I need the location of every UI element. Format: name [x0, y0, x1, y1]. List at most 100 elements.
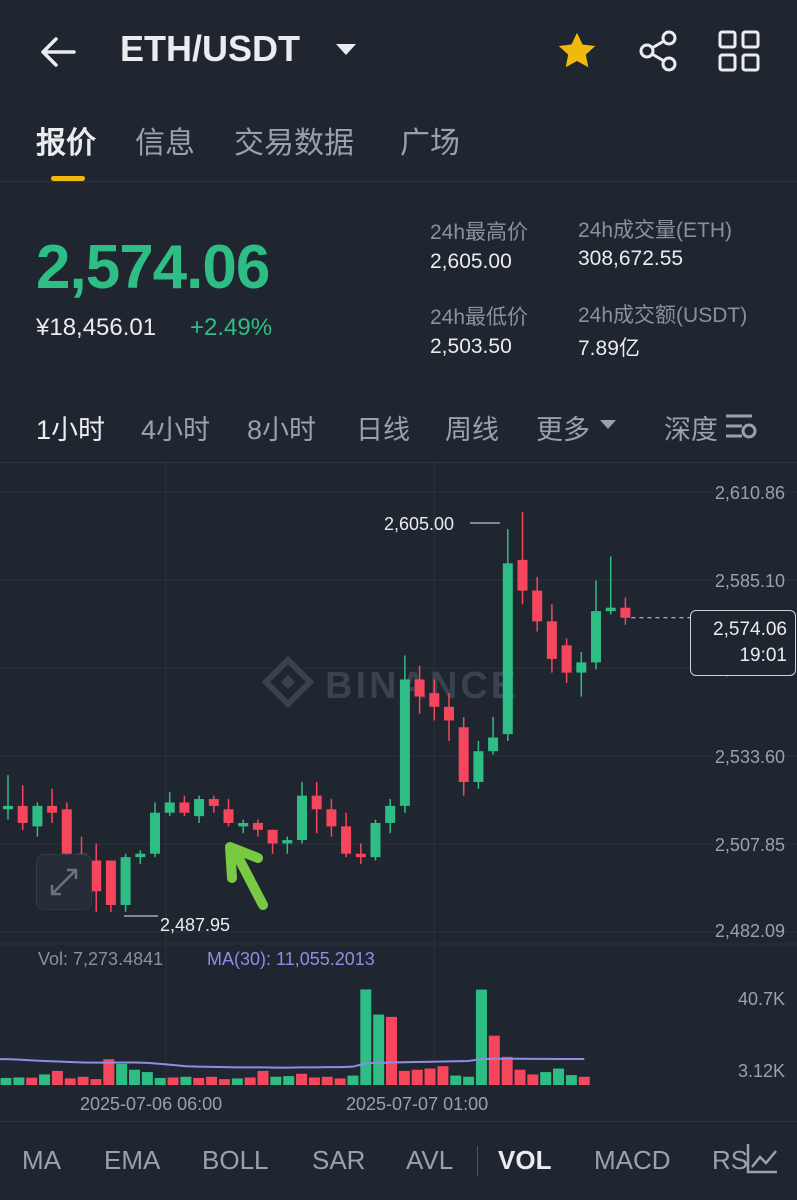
indicator-ema[interactable]: EMA — [104, 1145, 160, 1176]
candle — [561, 638, 572, 683]
candle — [120, 853, 131, 912]
interval-more[interactable]: 更多 — [536, 408, 590, 447]
favorite-button[interactable] — [554, 28, 600, 74]
candle — [473, 740, 484, 789]
volume-bar — [308, 1077, 320, 1085]
share-button[interactable] — [636, 28, 682, 74]
volume-bar — [64, 1078, 76, 1085]
volume-base-label: 24h成交量(ETH) — [578, 219, 733, 242]
high-marker-label: 2,605.00 — [384, 514, 454, 534]
volume-bar — [450, 1075, 462, 1085]
candle — [591, 580, 601, 670]
candle — [194, 795, 205, 823]
candle — [385, 799, 396, 834]
candle — [105, 860, 116, 912]
candle — [326, 799, 337, 837]
volume-bar — [437, 1066, 449, 1085]
volume-bar — [51, 1070, 63, 1085]
candle — [546, 604, 557, 673]
interval-1w[interactable]: 周线 — [445, 408, 499, 447]
annotation-arrow-icon — [225, 842, 268, 910]
candle — [620, 597, 631, 625]
chevron-down-icon[interactable] — [336, 44, 356, 55]
volume-bar — [141, 1072, 153, 1085]
volume-bar — [373, 1014, 385, 1085]
back-button[interactable] — [36, 30, 80, 74]
x-tick: 2025-07-07 01:00 — [346, 1094, 489, 1114]
volume-bar — [501, 1056, 513, 1085]
pair-title[interactable]: ETH/USDT — [120, 28, 300, 70]
candle — [517, 512, 528, 605]
candle — [238, 819, 249, 834]
tab-info[interactable]: 信息 — [135, 118, 195, 162]
star-icon — [558, 32, 596, 68]
y-tick: 2,585.10 — [714, 571, 785, 591]
high-label: 24h最高价 — [430, 221, 529, 244]
volume-bar — [180, 1076, 192, 1085]
volume-bar — [565, 1075, 577, 1085]
indicator-settings-button[interactable] — [744, 1140, 780, 1176]
current-price-tag: 2,574.06 19:01 — [690, 610, 796, 676]
fullscreen-button[interactable] — [36, 854, 92, 910]
indicator-separator — [477, 1146, 478, 1176]
interval-1h[interactable]: 1小时 — [36, 408, 105, 447]
volume-bar — [90, 1079, 102, 1085]
candle — [208, 795, 219, 813]
candle — [47, 788, 58, 823]
indicator-avl[interactable]: AVL — [406, 1145, 453, 1176]
chart-settings-button[interactable] — [722, 408, 758, 444]
tab-square[interactable]: 广场 — [400, 118, 460, 162]
y-tick: 2,507.85 — [714, 835, 785, 855]
y-tick: 2,533.60 — [714, 747, 785, 767]
indicator-sar[interactable]: SAR — [312, 1145, 365, 1176]
volume-bar — [257, 1070, 269, 1085]
volume-bar — [39, 1074, 51, 1085]
last-price: 2,574.06 — [36, 233, 270, 302]
indicator-ma[interactable]: MA — [22, 1145, 61, 1176]
volume-bar — [527, 1074, 539, 1085]
volume-bar — [540, 1072, 552, 1085]
candle — [488, 717, 499, 755]
indicator-vol[interactable]: VOL — [498, 1145, 551, 1176]
volume-quote-label: 24h成交额(USDT) — [578, 304, 748, 327]
volume-bar — [231, 1078, 243, 1085]
interval-4h[interactable]: 4小时 — [141, 408, 210, 447]
candle — [605, 556, 616, 615]
depth-tab[interactable]: 深度 — [664, 408, 718, 447]
candle — [311, 781, 322, 834]
volume-bar — [578, 1076, 590, 1085]
interval-1d[interactable]: 日线 — [356, 408, 410, 447]
candle-countdown: 19:01 — [739, 645, 787, 666]
candle — [267, 829, 278, 854]
candle — [297, 781, 307, 844]
volume-bar — [154, 1077, 166, 1085]
y-tick: 2,610.86 — [714, 483, 785, 503]
tab-trading-data[interactable]: 交易数据 — [234, 118, 354, 162]
volume-bar — [360, 989, 372, 1085]
volume-bar — [167, 1077, 179, 1085]
indicator-boll[interactable]: BOLL — [202, 1145, 269, 1176]
grid-button[interactable] — [716, 28, 762, 74]
volume-bar — [398, 1070, 410, 1085]
volume-bar — [334, 1078, 346, 1085]
interval-8h[interactable]: 8小时 — [247, 408, 316, 447]
candle — [282, 836, 293, 854]
tab-quote[interactable]: 报价 — [36, 118, 96, 162]
volume-tick: 3.12K — [737, 1061, 785, 1081]
volume-quote-value: 7.89亿 — [578, 337, 640, 360]
candlestick-chart[interactable]: BINANCE 2,605.00 2,487.95 — [0, 463, 797, 1118]
chevron-down-icon[interactable] — [600, 420, 616, 429]
volume-bar — [244, 1077, 256, 1085]
volume-bar — [26, 1077, 38, 1085]
volume-bar — [424, 1068, 436, 1085]
volume-bar — [386, 1016, 397, 1085]
indicator-rsi[interactable]: RSI — [712, 1145, 748, 1176]
line-chart-icon — [746, 1144, 777, 1174]
low-marker-label: 2,487.95 — [160, 915, 230, 935]
volume-bar — [129, 1069, 140, 1085]
low-label: 24h最低价 — [430, 306, 529, 329]
candle — [370, 819, 381, 861]
volume-bar — [463, 1076, 475, 1085]
volume-bar — [283, 1076, 295, 1085]
indicator-macd[interactable]: MACD — [594, 1145, 671, 1176]
